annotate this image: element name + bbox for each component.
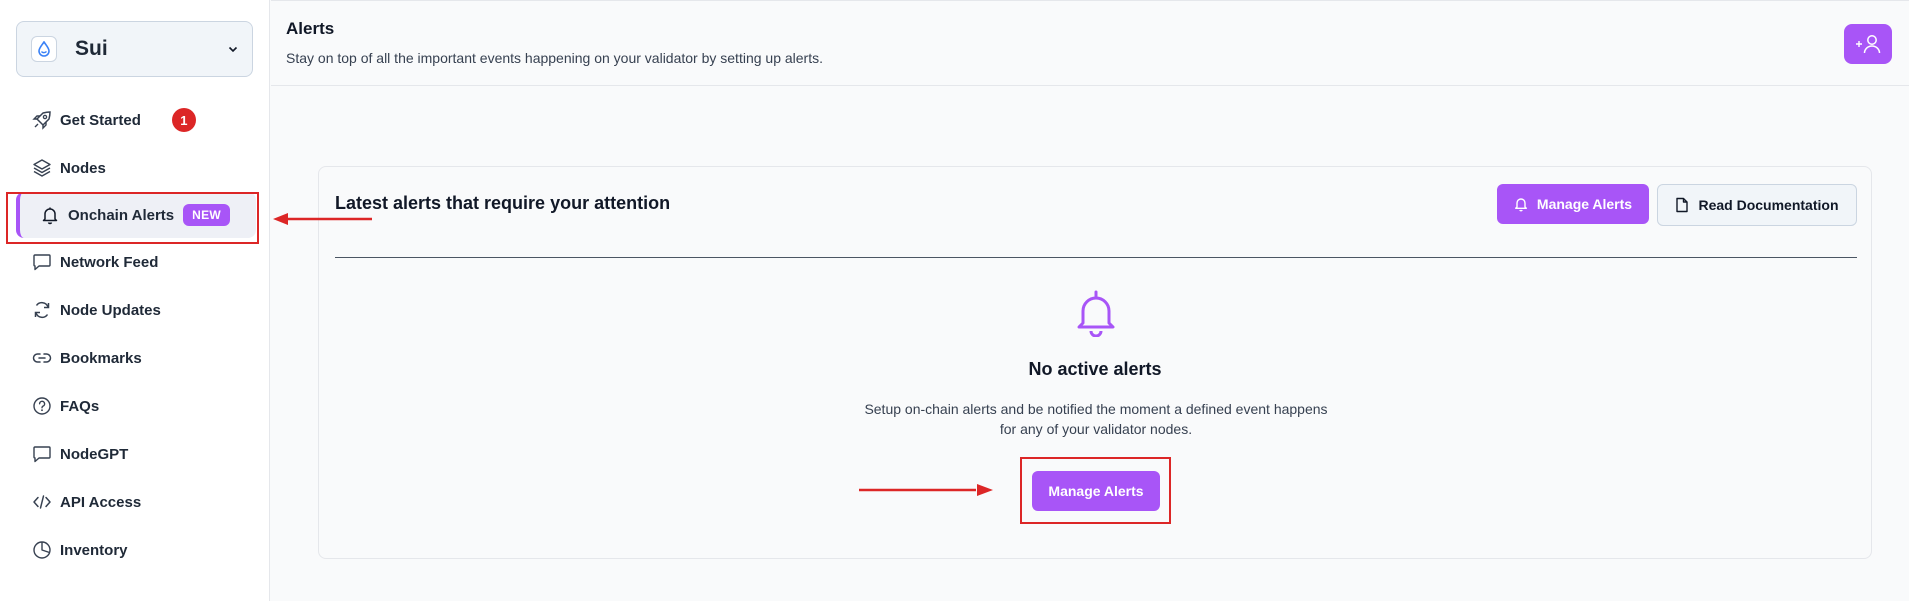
pie-chart-icon [32,540,52,560]
network-selector[interactable]: Sui [16,21,253,77]
sui-logo-icon [31,36,57,62]
app: Sui Get Started 1 Nodes Onchain Alerts N… [0,0,1909,601]
bell-icon [1077,290,1115,337]
sidebar-item-label: FAQs [60,397,100,415]
sidebar-item-label: NodeGPT [60,445,129,463]
read-documentation-label: Read Documentation [1698,197,1839,213]
page-title: Alerts [286,19,335,38]
sidebar-item-nodegpt[interactable]: NodeGPT [0,430,270,478]
refresh-icon [32,300,52,320]
highlight-box-onchain-alerts [6,192,259,244]
sidebar-item-network-feed[interactable]: Network Feed [0,238,270,286]
manage-alerts-label: Manage Alerts [1536,196,1633,212]
sidebar-item-label: Nodes [60,159,106,177]
link-icon [32,348,52,368]
add-user-icon [1856,35,1881,54]
sidebar-item-label: Node Updates [60,301,161,319]
sidebar-item-node-updates[interactable]: Node Updates [0,286,270,334]
manage-alerts-button[interactable]: Manage Alerts [1497,184,1649,224]
empty-state-description-line: for any of your validator nodes. [999,421,1193,437]
chevron-down-icon [228,46,238,53]
empty-state-title: No active alerts [1028,359,1162,379]
sidebar-item-label: Bookmarks [60,349,142,367]
sidebar-item-faqs[interactable]: FAQs [0,382,270,430]
page-header: Alerts Stay on top of all the important … [271,0,1909,86]
annotation-arrow-left [273,213,372,225]
message-square-icon [32,444,52,464]
bell-icon [1514,198,1527,212]
layers-icon [32,158,52,178]
sidebar-item-label: Inventory [60,541,128,559]
document-icon [1676,197,1689,213]
annotation-arrow-right [859,484,993,496]
empty-state-description-line: Setup on-chain alerts and be notified th… [864,401,1328,417]
sidebar-item-api-access[interactable]: API Access [0,478,270,526]
network-name: Sui [75,37,108,60]
card-title: Latest alerts that require your attentio… [335,193,671,213]
sidebar-item-get-started[interactable]: Get Started 1 [0,96,270,144]
rocket-icon [32,110,52,130]
read-documentation-button[interactable]: Read Documentation [1657,184,1857,226]
sidebar-item-inventory[interactable]: Inventory [0,526,270,574]
help-circle-icon [32,396,52,416]
divider [335,257,1857,258]
code-icon [32,492,52,512]
page-subtitle: Stay on top of all the important events … [286,50,823,66]
sidebar-item-label: API Access [60,493,142,511]
sidebar-nav: Get Started 1 Nodes Onchain Alerts NEW N… [0,96,270,574]
add-user-button[interactable] [1844,24,1892,64]
empty-state-description: Setup on-chain alerts and be notified th… [846,399,1346,439]
sidebar: Sui Get Started 1 Nodes Onchain Alerts N… [0,0,270,601]
sidebar-item-bookmarks[interactable]: Bookmarks [0,334,270,382]
sidebar-item-label: Network Feed [60,253,159,271]
sidebar-item-label: Get Started [60,111,141,129]
notification-count-badge: 1 [171,108,196,132]
highlight-box-manage-alerts [1020,457,1171,524]
message-square-icon [32,252,52,272]
sidebar-item-nodes[interactable]: Nodes [0,144,270,192]
